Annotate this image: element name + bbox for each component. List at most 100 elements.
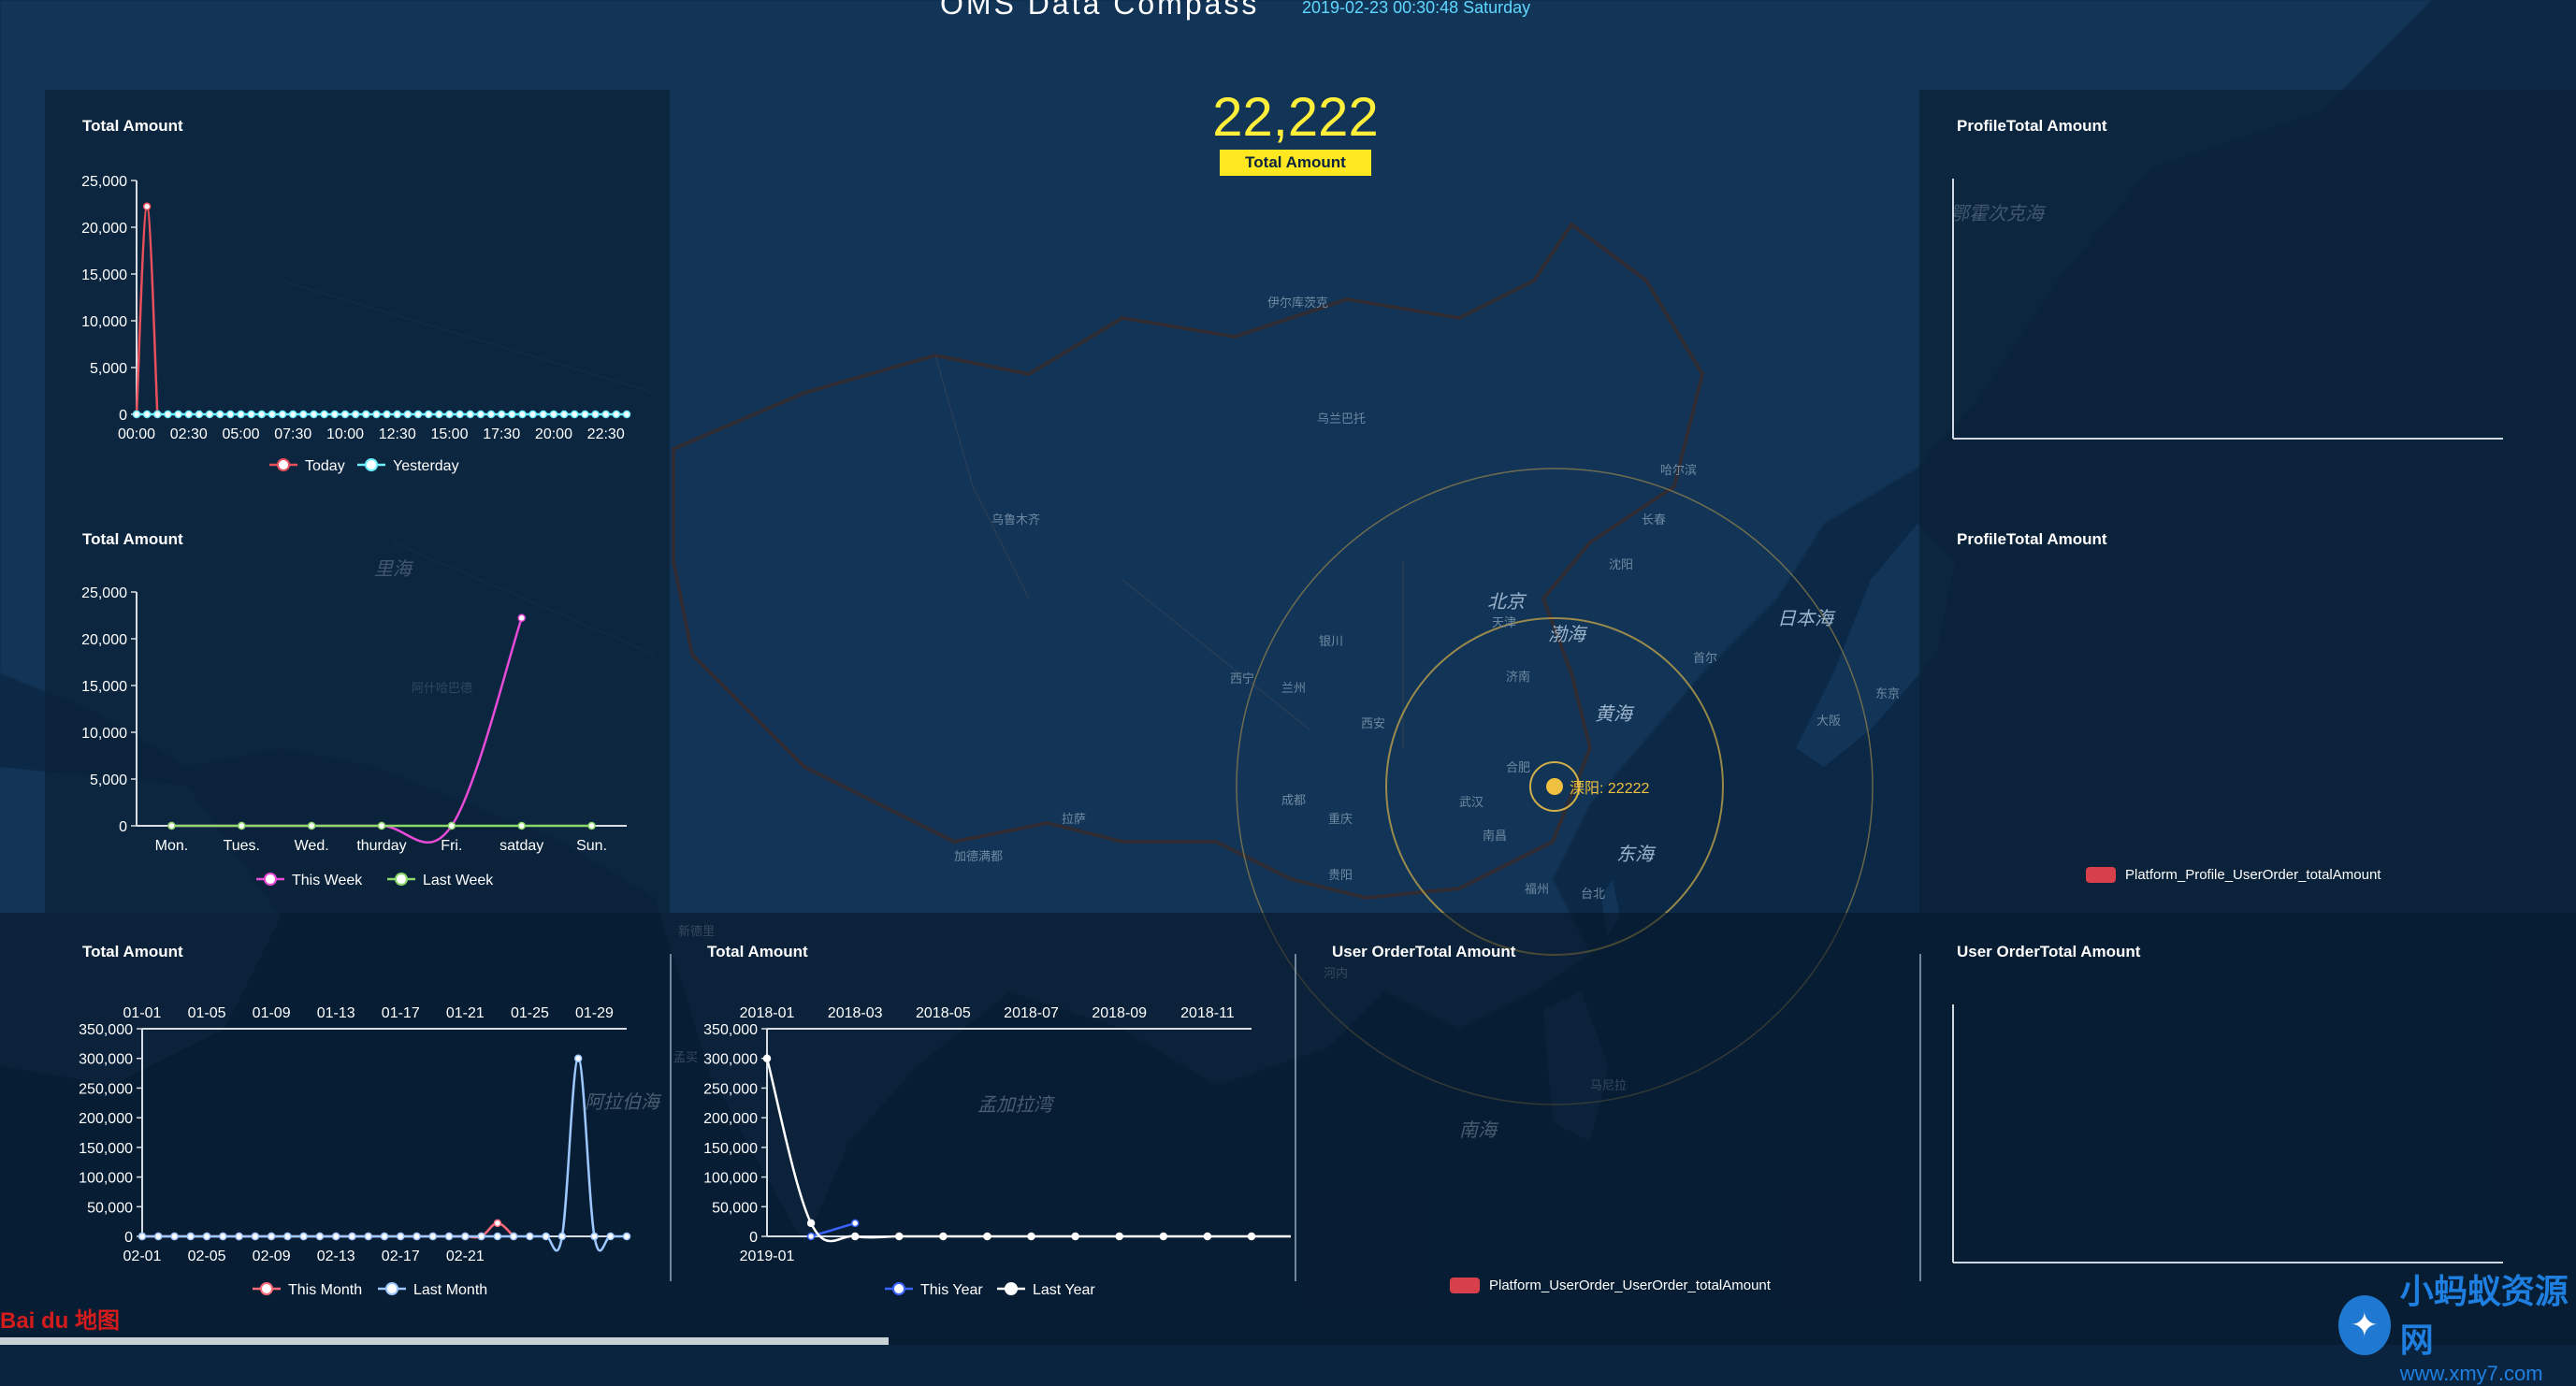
data-point (435, 410, 443, 419)
data-point (493, 1232, 502, 1241)
map-place-label: 东京 (1875, 686, 1900, 700)
data-point (806, 1232, 816, 1241)
data-point (428, 1232, 438, 1241)
data-point (526, 1232, 534, 1241)
map-place-label: 合肥 (1506, 760, 1530, 774)
data-point (170, 1232, 179, 1241)
data-point (288, 410, 297, 419)
city-marker[interactable] (1546, 778, 1563, 795)
data-point (622, 1232, 631, 1241)
x-tick-label-top: 2018-01 (740, 1005, 795, 1021)
data-point (132, 410, 141, 419)
data-point (137, 1232, 147, 1241)
ant-logo-icon: ✦ (2338, 1295, 2391, 1355)
chart-panel-profile: ProfileTotal Amount (1923, 98, 2576, 491)
data-point (601, 410, 610, 419)
divider (1919, 954, 1921, 1281)
map-place-label: 首尔 (1693, 651, 1717, 665)
x-tick-label-bottom: 2019-01 (740, 1249, 795, 1264)
data-point (393, 410, 401, 419)
series-line (171, 617, 523, 844)
data-point (299, 410, 308, 419)
y-tick-label: 300,000 (703, 1052, 758, 1068)
x-tick-label-top: 01-17 (382, 1005, 420, 1021)
data-point (983, 1232, 991, 1241)
map-place-label: 伊尔库茨克 (1267, 296, 1328, 310)
map-place-label: 贵阳 (1328, 868, 1353, 882)
data-point (238, 821, 246, 830)
data-point (477, 1232, 485, 1241)
data-point (1071, 1232, 1079, 1241)
baidu-map-logo[interactable]: Bai du 地图 (0, 1302, 120, 1335)
data-point (283, 1232, 292, 1241)
data-point (310, 410, 318, 419)
legend-swatch (1450, 1278, 1480, 1293)
legend-label: This Month (288, 1282, 362, 1298)
map-place-label: 拉萨 (1062, 812, 1086, 826)
data-point (895, 1232, 904, 1241)
data-point (528, 410, 537, 419)
x-tick-label: 12:30 (379, 426, 416, 442)
chart-legend[interactable]: Platform_Profile_UserOrder_totalAmount (2086, 867, 2381, 883)
y-tick-label: 300,000 (79, 1052, 133, 1068)
data-point (320, 410, 328, 419)
data-point (278, 410, 287, 419)
x-tick-label-bottom: 02-13 (317, 1249, 355, 1264)
data-point (587, 821, 596, 830)
map-place-label: 济南 (1506, 670, 1530, 684)
map-place-label: 乌兰巴托 (1317, 411, 1366, 426)
data-point (413, 410, 423, 419)
data-point (559, 410, 569, 419)
chart-this-week-last-week[interactable]: 0 5,000 10,000 15,000 20,000 25,000 Mon. Tues. W… (47, 510, 664, 902)
map-place-label: 大阪 (1816, 714, 1841, 728)
x-tick-label: thurday (356, 838, 406, 854)
data-point (235, 1232, 243, 1241)
map-place-label: 西宁 (1230, 671, 1254, 686)
legend-marker (277, 458, 290, 471)
data-point (850, 1219, 860, 1228)
data-point (517, 614, 526, 623)
y-tick-label: 250,000 (79, 1081, 133, 1097)
series-line (135, 205, 159, 415)
data-point (850, 1232, 860, 1241)
x-tick-label-top: 01-21 (446, 1005, 485, 1021)
chart-panel-year: Total Amount 0 50,000 100,000 150,000 200,00… (673, 926, 1291, 1319)
map-place-label: 东海 (1616, 845, 1657, 865)
data-point (315, 1232, 325, 1241)
y-tick-label: 20,000 (81, 221, 127, 237)
map-place-label: 福州 (1525, 882, 1549, 896)
empty-chart-axes (1952, 1004, 2503, 1263)
y-tick-label: 200,000 (703, 1111, 758, 1127)
data-point (237, 410, 245, 419)
data-point (1203, 1232, 1212, 1241)
x-tick-label: Fri. (441, 838, 462, 854)
map-place-label: 沈阳 (1609, 557, 1633, 571)
y-tick-label: 10,000 (81, 726, 127, 742)
data-point (362, 410, 370, 419)
y-tick-label: 50,000 (87, 1200, 133, 1216)
legend-label: Today (305, 458, 345, 474)
legend-label: This Week (292, 873, 363, 888)
y-tick-label: 150,000 (703, 1141, 758, 1157)
data-point (403, 410, 412, 419)
y-tick-label: 5,000 (90, 361, 127, 377)
chart-this-year-last-year[interactable]: 0 50,000 100,000 150,000 200,000 250,000 300,0… (673, 926, 1291, 1319)
y-tick-label: 10,000 (81, 314, 127, 330)
data-point (397, 1232, 405, 1241)
data-point (486, 410, 496, 419)
legend-marker (260, 1282, 273, 1295)
map-place-label: 日本海 (1777, 609, 1836, 629)
chart-legend[interactable]: Platform_UserOrder_UserOrder_totalAmount (1450, 1278, 1771, 1293)
data-point (517, 821, 526, 830)
x-tick-label-top: 2018-07 (1004, 1005, 1059, 1021)
data-point (806, 1219, 816, 1228)
data-point (461, 1232, 470, 1241)
chart-this-month-last-month[interactable]: 0 50,000 100,000 150,000 200,000 250,000 300,0… (47, 926, 664, 1319)
data-point (518, 410, 527, 419)
x-tick-label-bottom: 02-01 (123, 1249, 162, 1264)
y-tick-label: 25,000 (81, 585, 127, 601)
chart-today-yesterday[interactable]: 0 5,000 10,000 15,000 20,000 25,000 00:00 02:30… (47, 98, 664, 491)
x-tick-label-bottom: 02-05 (188, 1249, 226, 1264)
data-point (612, 410, 621, 419)
data-point (299, 1232, 308, 1241)
